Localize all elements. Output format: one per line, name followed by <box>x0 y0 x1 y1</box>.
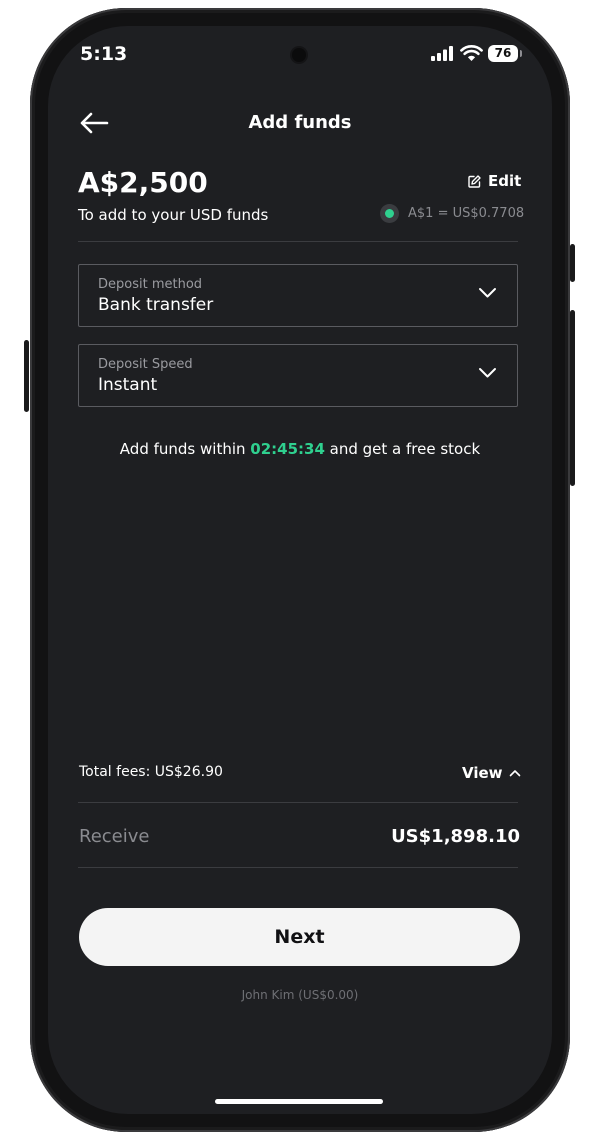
deposit-method-select[interactable]: Deposit method Bank transfer <box>78 264 518 327</box>
next-button[interactable]: Next <box>79 908 520 966</box>
gift-recipient-note: John Kim (US$0.00) <box>48 988 552 1002</box>
deposit-amount: A$2,500 <box>78 166 208 199</box>
deposit-method-value: Bank transfer <box>98 295 214 315</box>
edit-label: Edit <box>488 172 522 190</box>
pencil-icon <box>468 174 481 188</box>
exchange-rate-text: A$1 = US$0.7708 <box>408 206 525 221</box>
chevron-down-icon <box>479 288 496 298</box>
view-fees-button[interactable]: View <box>462 764 521 782</box>
promo-countdown: 02:45:34 <box>250 440 325 458</box>
edit-button[interactable]: Edit <box>468 172 521 190</box>
promo-suffix: and get a free stock <box>324 440 481 458</box>
front-camera <box>292 48 306 62</box>
deposit-speed-select[interactable]: Deposit Speed Instant <box>78 344 518 407</box>
home-indicator[interactable] <box>215 1099 383 1104</box>
cellular-signal-icon <box>431 46 453 61</box>
total-fees: Total fees: US$26.90 <box>79 764 223 780</box>
page-title: Add funds <box>248 112 352 133</box>
status-time: 5:13 <box>80 43 128 65</box>
deposit-speed-label: Deposit Speed <box>98 357 193 372</box>
fees-divider <box>78 802 518 803</box>
battery-icon: 76 <box>488 45 522 62</box>
promo-prefix: Add funds within <box>119 440 251 458</box>
amount-subtitle: To add to your USD funds <box>78 206 269 224</box>
receive-divider <box>78 867 518 868</box>
deposit-method-label: Deposit method <box>98 277 203 292</box>
receive-label: Receive <box>79 826 150 847</box>
chevron-down-icon <box>479 368 496 378</box>
volume-up-button <box>570 244 575 282</box>
side-button <box>570 310 575 486</box>
app-screen: 5:13 76 Add funds A$2,500 To add to your… <box>48 26 552 1114</box>
exchange-rate: A$1 = US$0.7708 <box>380 204 524 223</box>
summary-divider <box>78 241 518 242</box>
free-stock-promo: Add funds within 02:45:34 and get a free… <box>48 440 552 458</box>
live-rate-indicator-icon <box>380 204 399 223</box>
recipient-name: John Kim (US$0.00) <box>241 988 359 1002</box>
view-fees-label: View <box>462 764 503 782</box>
deposit-speed-value: Instant <box>98 375 158 395</box>
chevron-up-icon <box>509 770 520 777</box>
action-button <box>24 340 29 412</box>
receive-amount: US$1,898.10 <box>391 826 520 847</box>
wifi-icon <box>460 45 483 61</box>
